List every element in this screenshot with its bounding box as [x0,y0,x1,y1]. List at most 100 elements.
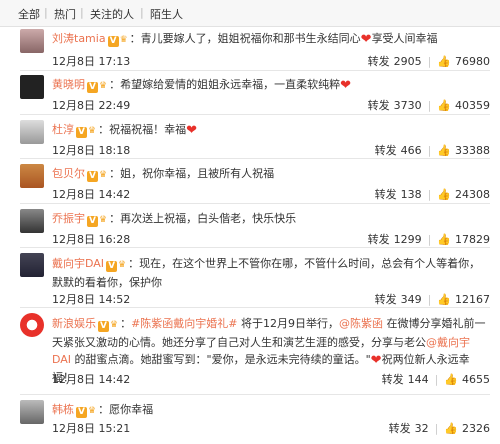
comment-filter-tabs: 全部 | 热门 | 关注的人 | 陌生人 [0,0,500,27]
hashtag-link[interactable]: #陈紫函戴向宇婚礼# [131,317,237,330]
like-button[interactable]: 👍 76980 [437,55,490,68]
mention-link[interactable]: @陈紫函 [339,317,383,330]
vip-icon: ♛ [110,320,119,330]
like-button[interactable]: 👍 12167 [437,293,490,306]
comment-text: 杜淳 V ♛ ：祝福祝福！幸福❤ [52,123,197,138]
like-button[interactable]: 👍 33388 [437,144,490,157]
vip-icon: ♛ [88,126,97,136]
comment-date: 12月8日 14:42 [52,373,131,386]
repost-button[interactable]: 转发 3730 [368,99,422,112]
tab-separator: | [80,6,84,19]
thumb-up-icon: 👍 [444,422,458,435]
divider [20,394,490,395]
comment-actions: 转发 32 | 👍 2326 [388,422,490,435]
repost-button[interactable]: 转发 138 [375,188,422,201]
vip-icon: ♛ [119,35,128,45]
thumb-up-icon: 👍 [437,144,451,157]
thumb-up-icon: 👍 [437,55,451,68]
vip-icon: ♛ [99,170,108,180]
vip-icon: ♛ [99,81,108,91]
comment-username[interactable]: 乔振宇 [52,212,85,225]
repost-button[interactable]: 转发 32 [389,422,429,435]
comment-username[interactable]: 戴向宇DAI [52,257,104,270]
repost-button[interactable]: 转发 349 [375,293,422,306]
heart-icon: ❤ [360,32,372,47]
verified-badge-icon: V [106,261,118,272]
avatar[interactable] [20,29,44,53]
divider [20,247,490,248]
verified-badge-icon: V [87,171,98,182]
divider [20,114,490,115]
like-button[interactable]: 👍 24308 [437,188,490,201]
avatar[interactable] [20,313,44,337]
comment-text: 韩栋 V ♛ ：愿你幸福 [52,403,154,418]
comment-text: 刘涛tamia V ♛ ：青儿要嫁人了，姐姐祝福你和那书生永结同心❤享受人间幸福 [52,32,438,47]
comment-date: 12月8日 18:18 [52,144,131,157]
like-button[interactable]: 👍 4655 [444,373,490,386]
avatar[interactable] [20,164,44,188]
comment-actions: 转发 1299 | 👍 17829 [367,233,490,246]
comment-username[interactable]: 杜淳 [52,123,74,136]
divider [20,203,490,204]
tab-separator: | [140,6,144,19]
verified-badge-icon: V [107,36,119,47]
repost-button[interactable]: 转发 2905 [368,55,422,68]
thumb-up-icon: 👍 [437,293,451,306]
comment-date: 12月8日 14:52 [52,293,131,306]
comment-username[interactable]: 韩栋 [52,403,74,416]
verified-badge-icon: V [87,82,98,93]
tab-following[interactable]: 关注的人 [90,6,134,22]
verified-badge-icon: V [98,321,109,332]
vip-icon: ♛ [88,406,97,416]
thumb-up-icon: 👍 [437,188,451,201]
vip-icon: ♛ [99,215,108,225]
comment-date: 12月8日 22:49 [52,99,131,112]
comment-username[interactable]: 包贝尔 [52,167,85,180]
comment-actions: 转发 138 | 👍 24308 [374,188,490,201]
comment-date: 12月8日 16:28 [52,233,131,246]
comment-text: 乔振宇 V ♛ ：再次送上祝福，白头偕老，快乐快乐 [52,212,297,227]
avatar[interactable] [20,120,44,144]
comment-date: 12月8日 14:42 [52,188,131,201]
vip-icon: ♛ [118,260,127,270]
repost-button[interactable]: 转发 144 [382,373,429,386]
thumb-up-icon: 👍 [437,233,451,246]
comment-actions: 转发 466 | 👍 33388 [374,144,490,157]
comment-text: 黄晓明 V ♛ ：希望嫁给爱情的姐姐永远幸福，一直柔软纯粹❤ [52,78,351,93]
comment-username[interactable]: 刘涛tamia [52,32,106,45]
comment-text: 包贝尔 V ♛ ：姐，祝你幸福，且被所有人祝福 [52,167,275,182]
tab-strangers[interactable]: 陌生人 [150,6,183,22]
divider [20,158,490,159]
tab-all[interactable]: 全部 [18,6,40,22]
verified-badge-icon: V [87,216,98,227]
comment-actions: 转发 2905 | 👍 76980 [367,55,490,68]
avatar[interactable] [20,209,44,233]
divider [20,70,490,71]
comment-actions: 转发 144 | 👍 4655 [381,373,490,386]
comment-date: 12月8日 17:13 [52,55,131,68]
comment-username[interactable]: 黄晓明 [52,78,85,91]
tab-separator: | [44,6,48,19]
comment-text: 戴向宇DAI V ♛ ：现在，在这个世界上不管你在哪，不管什么时间，总会有个人等着你，… [52,257,481,289]
verified-badge-icon: V [76,127,87,138]
avatar[interactable] [20,400,44,424]
heart-icon: ❤ [186,123,197,138]
comment-actions: 转发 3730 | 👍 40359 [367,99,490,112]
verified-badge-icon: V [76,407,87,418]
divider [20,307,490,308]
tab-hot[interactable]: 热门 [54,6,76,22]
like-button[interactable]: 👍 40359 [437,99,490,112]
heart-icon: ❤ [370,353,382,368]
avatar[interactable] [20,253,44,277]
comment-username[interactable]: 新浪娱乐 [52,317,96,330]
thumb-up-icon: 👍 [437,99,451,112]
like-button[interactable]: 👍 17829 [437,233,490,246]
like-button[interactable]: 👍 2326 [444,422,490,435]
heart-icon: ❤ [340,78,351,93]
comment-date: 12月8日 15:21 [52,422,131,435]
repost-button[interactable]: 转发 1299 [368,233,422,246]
repost-button[interactable]: 转发 466 [375,144,422,157]
comment-actions: 转发 349 | 👍 12167 [374,293,490,306]
thumb-up-icon: 👍 [444,373,458,386]
avatar[interactable] [20,75,44,99]
